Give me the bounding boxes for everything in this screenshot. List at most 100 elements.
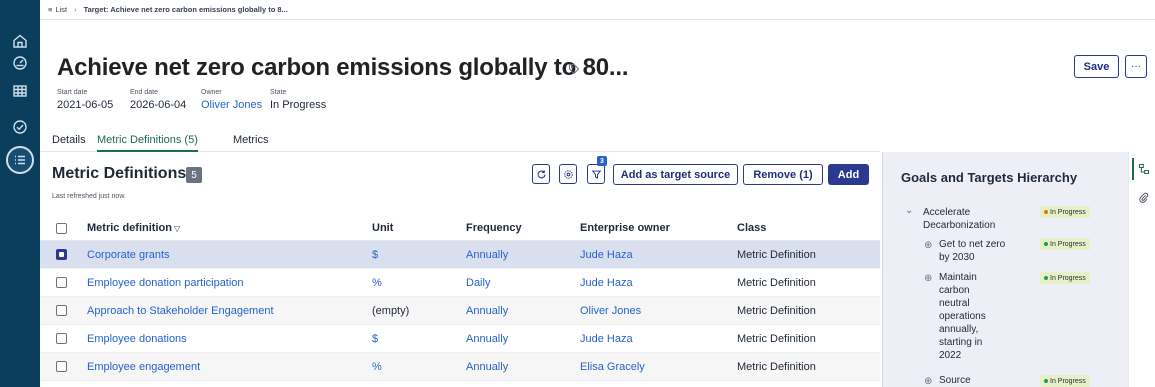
row-checkbox[interactable] <box>56 277 67 288</box>
panel-title: Goals and Targets Hierarchy <box>901 170 1078 185</box>
tree-node-child[interactable]: Get to net zero by 2030 <box>939 238 1009 264</box>
state-value: In Progress <box>270 99 327 111</box>
dashboard-icon[interactable] <box>9 52 31 74</box>
frequency-cell[interactable]: Annually <box>466 249 508 261</box>
add-as-target-source-button[interactable]: Add as target source <box>613 164 738 185</box>
status-dot <box>1044 242 1048 246</box>
frequency-cell[interactable]: Annually <box>466 361 508 373</box>
unit-cell[interactable]: % <box>372 277 382 289</box>
left-nav-rail <box>0 0 40 387</box>
select-all-checkbox[interactable] <box>56 223 67 234</box>
owner-label: Owner <box>201 89 222 96</box>
filter-button[interactable] <box>587 164 605 184</box>
row-checkbox[interactable] <box>56 361 67 372</box>
unit-cell: (empty) <box>372 305 410 317</box>
breadcrumb: ≡ List › Target: Achieve net zero carbon… <box>40 0 1155 20</box>
paperclip-icon[interactable] <box>1132 186 1154 208</box>
status-badge: In Progress <box>1040 206 1090 218</box>
breadcrumb-list-link[interactable]: ≡ List <box>48 5 67 14</box>
table-row[interactable]: Employee engagement % Annually Elisa Gra… <box>40 353 880 381</box>
unit-cell[interactable]: $ <box>372 333 378 345</box>
tree-node-root[interactable]: Accelerate Decarbonization <box>923 206 1023 232</box>
tree-node-child[interactable]: Source <box>939 374 1009 387</box>
owner-link[interactable]: Jude Haza <box>580 333 633 345</box>
add-button[interactable]: Add <box>828 164 869 185</box>
home-icon[interactable] <box>9 30 31 52</box>
list-icon[interactable] <box>6 146 34 174</box>
owner-link[interactable]: Oliver Jones <box>201 99 262 111</box>
check-circle-icon[interactable] <box>9 116 31 138</box>
end-date-label: End date <box>130 89 159 96</box>
status-badge: In Progress <box>1040 272 1090 284</box>
column-header-metric-definition[interactable]: Metric definition ▽ <box>87 222 180 234</box>
remove-button[interactable]: Remove (1) <box>743 164 823 185</box>
last-refreshed-text: Last refreshed just now. <box>52 193 126 200</box>
unit-cell[interactable]: % <box>372 361 382 373</box>
tab-metric-definitions[interactable]: Metric Definitions (5) <box>97 134 198 152</box>
chevron-down-icon[interactable]: ⌄ <box>905 205 913 216</box>
status-dot <box>1044 210 1048 214</box>
target-icon: ⊕ <box>924 240 933 251</box>
refresh-button[interactable] <box>532 164 550 184</box>
unit-cell[interactable]: $ <box>372 249 378 261</box>
tab-bar: Details Metric Definitions (5) Metrics <box>40 130 880 152</box>
save-button[interactable]: Save <box>1074 55 1119 78</box>
owner-field: Owner Oliver Jones <box>201 89 262 111</box>
metric-definition-link[interactable]: Employee donations <box>87 333 187 345</box>
end-date-field: End date 2026-06-04 <box>130 89 186 111</box>
page-title: Achieve net zero carbon emissions global… <box>57 54 629 81</box>
table-row[interactable]: Corporate grants $ Annually Jude Haza Me… <box>40 241 880 269</box>
section-count-badge: 5 <box>186 167 202 183</box>
gear-icon <box>563 169 573 179</box>
row-checkbox[interactable] <box>56 249 67 260</box>
class-cell: Metric Definition <box>737 361 816 373</box>
table-row[interactable]: Approach to Stakeholder Engagement (empt… <box>40 297 880 325</box>
state-label: State <box>270 89 287 96</box>
row-checkbox[interactable] <box>56 333 67 344</box>
table-icon[interactable] <box>9 80 31 102</box>
menu-icon: ≡ <box>48 5 53 14</box>
status-badge: In Progress <box>1040 375 1090 387</box>
more-options-button[interactable]: ··· <box>1125 55 1147 78</box>
frequency-cell[interactable]: Daily <box>466 277 490 289</box>
column-header-enterprise-owner[interactable]: Enterprise owner <box>580 222 670 234</box>
tab-metrics[interactable]: Metrics <box>233 134 268 152</box>
settings-button[interactable] <box>559 164 577 184</box>
start-date-label: Start date <box>57 89 88 96</box>
status-dot <box>1044 276 1048 280</box>
owner-link[interactable]: Jude Haza <box>580 277 633 289</box>
start-date-value: 2021-06-05 <box>57 99 114 111</box>
target-icon: ⊕ <box>924 273 933 284</box>
metric-definition-link[interactable]: Approach to Stakeholder Engagement <box>87 305 274 317</box>
class-cell: Metric Definition <box>737 249 816 261</box>
frequency-cell[interactable]: Annually <box>466 305 508 317</box>
filter-icon[interactable]: ▽ <box>174 224 180 233</box>
class-cell: Metric Definition <box>737 333 816 345</box>
owner-link[interactable]: Jude Haza <box>580 249 633 261</box>
row-checkbox[interactable] <box>56 305 67 316</box>
breadcrumb-current: Target: Achieve net zero carbon emission… <box>83 5 288 14</box>
table-row[interactable]: Employee donations $ Annually Jude Haza … <box>40 325 880 353</box>
chevron-right-icon: › <box>74 5 77 14</box>
column-header-frequency[interactable]: Frequency <box>466 222 522 234</box>
frequency-cell[interactable]: Annually <box>466 333 508 345</box>
start-date-field: Start date 2021-06-05 <box>57 89 113 111</box>
table-header: Metric definition ▽ Unit Frequency Enterp… <box>40 216 880 241</box>
section-title: Metric Definitions <box>52 165 187 182</box>
column-header-unit[interactable]: Unit <box>372 222 393 234</box>
hierarchy-icon[interactable] <box>1132 158 1154 180</box>
tab-details[interactable]: Details <box>52 134 86 152</box>
tag-icon[interactable] <box>568 62 580 75</box>
filter-count-badge: 3 <box>597 156 607 166</box>
metric-definition-link[interactable]: Corporate grants <box>87 249 170 261</box>
table-row[interactable]: Employee donation participation % Daily … <box>40 269 880 297</box>
end-date-value: 2026-06-04 <box>130 99 187 111</box>
target-icon: ⊕ <box>924 376 933 387</box>
column-header-class[interactable]: Class <box>737 222 766 234</box>
class-cell: Metric Definition <box>737 305 816 317</box>
metric-definition-link[interactable]: Employee donation participation <box>87 277 244 289</box>
owner-link[interactable]: Oliver Jones <box>580 305 641 317</box>
metric-definition-link[interactable]: Employee engagement <box>87 361 200 373</box>
tree-node-child[interactable]: Maintain carbon neutral operations annua… <box>939 271 1001 362</box>
owner-link[interactable]: Elisa Gracely <box>580 361 645 373</box>
